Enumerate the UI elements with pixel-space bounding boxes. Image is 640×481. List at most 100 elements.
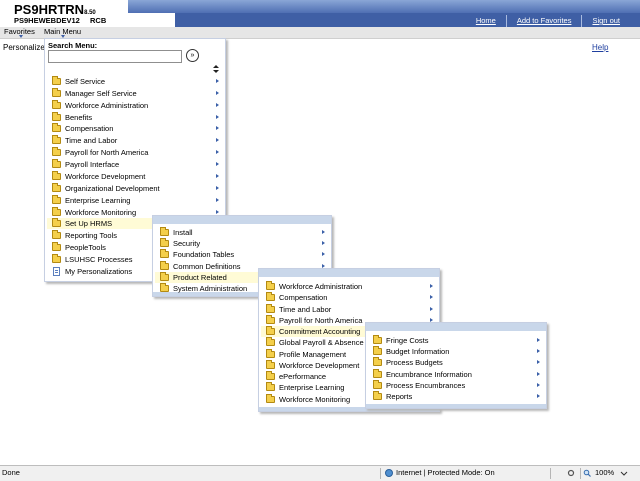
submenu-arrow-icon <box>216 185 219 190</box>
menu-item-label: Workforce Administration <box>279 282 363 291</box>
folder-icon <box>52 218 61 228</box>
folder-icon <box>266 326 275 335</box>
submenu-arrow-icon <box>216 90 219 95</box>
folder-icon <box>266 382 275 392</box>
folder-icon <box>52 170 61 180</box>
folder-icon <box>266 393 275 403</box>
menu-item-install[interactable]: Install <box>155 227 329 238</box>
menu-item-label: Global Payroll & Absence <box>279 338 364 348</box>
menu-item-manager-self-service[interactable]: Manager Self Service <box>47 87 223 99</box>
add-to-favorites-link[interactable]: Add to Favorites <box>505 15 582 27</box>
menu-item-label: Reporting Tools <box>65 231 117 241</box>
menu-item-label: Compensation <box>65 124 114 134</box>
status-text: Done <box>2 468 20 477</box>
folder-icon <box>160 227 169 236</box>
search-go-button[interactable]: » <box>186 49 199 62</box>
menu-item-workforce-administration[interactable]: Workforce Administration <box>261 281 437 292</box>
personalize-link[interactable]: Personalize <box>3 43 45 52</box>
submenu-arrow-icon <box>537 349 540 354</box>
submenu-arrow-icon <box>216 162 219 167</box>
folder-icon <box>266 314 275 324</box>
menu-item-organizational-development[interactable]: Organizational Development <box>47 182 223 194</box>
status-divider <box>550 468 551 479</box>
menu-item-compensation[interactable]: Compensation <box>47 123 223 134</box>
menu-item-label: Encumbrance Information <box>386 369 472 379</box>
submenu-arrow-icon <box>430 295 433 300</box>
submenu-arrow-icon <box>430 306 433 311</box>
folder-icon <box>373 368 382 378</box>
flyout-header-strip <box>153 216 331 224</box>
menu-item-fringe-costs[interactable]: Fringe Costs <box>368 335 544 346</box>
home-link[interactable]: Home <box>466 15 506 27</box>
menu-item-benefits[interactable]: Benefits <box>47 111 223 123</box>
folder-icon <box>160 283 169 292</box>
gear-icon[interactable] <box>567 469 575 477</box>
folder-icon <box>266 303 275 313</box>
folder-icon <box>52 242 61 252</box>
menu-item-encumbrance-information[interactable]: Encumbrance Information <box>368 368 544 380</box>
folder-icon <box>52 99 61 109</box>
menu-item-payroll-interface[interactable]: Payroll Interface <box>47 159 223 170</box>
menu-item-security[interactable]: Security <box>155 238 329 249</box>
folder-icon <box>52 135 61 145</box>
sort-icon[interactable] <box>213 65 219 73</box>
zoom-level[interactable]: 100% <box>595 466 614 480</box>
submenu-arrow-icon <box>216 197 219 202</box>
folder-icon <box>52 123 61 133</box>
sign-out-link[interactable]: Sign out <box>581 15 630 27</box>
menu-item-time-and-labor[interactable]: Time and Labor <box>261 303 437 315</box>
menu-item-process-encumbrances[interactable]: Process Encumbrances <box>368 379 544 391</box>
menu-item-compensation[interactable]: Compensation <box>261 292 437 303</box>
folder-icon <box>373 357 382 367</box>
submenu-arrow-icon <box>322 241 325 246</box>
search-menu-input[interactable] <box>48 50 182 63</box>
folder-icon <box>160 249 169 259</box>
flyout-footer-strip <box>366 404 546 408</box>
folder-icon <box>52 159 61 169</box>
submenu-arrow-icon <box>216 126 219 131</box>
menu-item-label: Profile Management <box>279 349 347 359</box>
menu-item-label: Payroll Interface <box>65 160 120 170</box>
submenu-arrow-icon <box>322 252 325 257</box>
submenu-arrow-icon <box>537 371 540 376</box>
app-title: PS9HRTRN8.50 <box>14 2 96 17</box>
menu-item-workforce-development[interactable]: Workforce Development <box>47 170 223 182</box>
menu-item-label: Reports <box>386 392 413 401</box>
chevron-down-icon[interactable] <box>620 470 628 478</box>
menu-item-reports[interactable]: Reports <box>368 391 544 402</box>
submenu-arrow-icon <box>216 114 219 119</box>
status-bar: Done Internet | Protected Mode: On 100% <box>0 465 640 481</box>
folder-icon <box>373 391 382 400</box>
menu-item-label: Set Up HRMS <box>65 219 113 229</box>
user-id: RCB <box>90 16 107 25</box>
menu-item-label: Time and Labor <box>279 304 332 314</box>
folder-icon <box>266 337 275 347</box>
folder-icon <box>373 335 382 344</box>
menu-item-label: Enterprise Learning <box>65 195 131 205</box>
help-link[interactable]: Help <box>592 43 608 52</box>
menu-item-payroll-for-north-america[interactable]: Payroll for North America <box>47 147 223 158</box>
menu-item-label: Manager Self Service <box>65 88 137 98</box>
commitment-accounting-flyout: Fringe Costs Budget Information Process Bu… <box>365 322 547 409</box>
menu-item-label: Benefits <box>65 112 93 122</box>
header-banner <box>128 0 640 13</box>
top-links: Home Add to Favorites Sign out <box>466 15 630 27</box>
menu-item-process-budgets[interactable]: Process Budgets <box>368 357 544 368</box>
zoom-icon[interactable] <box>583 469 591 477</box>
menu-item-time-and-labor[interactable]: Time and Labor <box>47 135 223 146</box>
menu-item-label: Time and Labor <box>65 136 118 146</box>
menu-item-budget-information[interactable]: Budget Information <box>368 346 544 357</box>
folder-icon <box>373 346 382 356</box>
menu-item-enterprise-learning[interactable]: Enterprise Learning <box>47 194 223 206</box>
folder-icon <box>52 182 61 192</box>
folder-icon <box>52 194 61 204</box>
menu-item-label: My Personalizations <box>65 266 133 276</box>
menu-item-foundation-tables[interactable]: Foundation Tables <box>155 249 329 260</box>
menu-item-label: Workforce Development <box>279 360 360 370</box>
menu-item-label: Security <box>173 239 201 249</box>
menu-item-label: Organizational Development <box>65 183 160 193</box>
menu-item-workforce-administration[interactable]: Workforce Administration <box>47 99 223 111</box>
menu-item-self-service[interactable]: Self Service <box>47 76 223 87</box>
menu-item-label: LSUHSC Processes <box>65 255 133 265</box>
folder-icon <box>52 111 61 121</box>
